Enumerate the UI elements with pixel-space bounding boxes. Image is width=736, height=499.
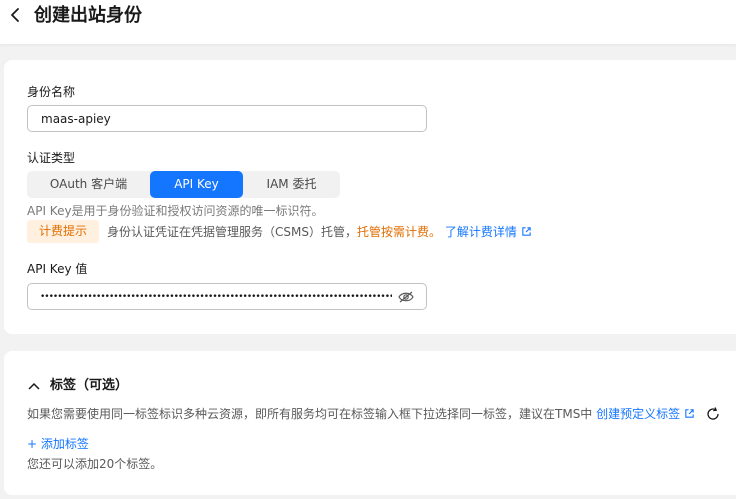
add-tag-button[interactable]: + 添加标签: [27, 436, 89, 452]
identity-name-label: 身份名称: [27, 85, 76, 99]
eye-hidden-icon[interactable]: [398, 290, 414, 304]
external-link-icon: [685, 409, 694, 418]
billing-details-link-label: 了解计费详情: [444, 225, 517, 239]
tags-description-text: 如果您需要使用同一标签标识多种云资源，即所有服务均可在标签输入框下拉选择同一标签…: [27, 407, 593, 421]
tags-title: 标签（可选）: [50, 378, 129, 393]
external-link-icon: [522, 227, 531, 236]
api-key-input[interactable]: ••••••••••••••••••••••••••••••••••••••••…: [27, 283, 427, 310]
auth-type-apikey-option[interactable]: API Key: [150, 171, 243, 198]
identity-name-input[interactable]: maas-apiey: [27, 105, 427, 132]
billing-text: 身份认证凭证在凭据管理服务（CSMS）托管，托管按需计费。 了解计费详情: [107, 224, 532, 240]
auth-type-label: 认证类型: [27, 151, 76, 165]
identity-name-value: maas-apiey: [41, 112, 111, 126]
auth-type-hint: API Key是用于身份验证和授权访问资源的唯一标识符。: [27, 204, 324, 218]
create-predefined-tag-label: 创建预定义标签: [596, 407, 681, 421]
billing-description: 身份认证凭证在凭据管理服务（CSMS）托管，: [107, 225, 357, 239]
tags-card: 标签（可选） 如果您需要使用同一标签标识多种云资源，即所有服务均可在标签输入框下…: [4, 351, 736, 495]
billing-highlight: 托管按需计费。: [356, 225, 441, 239]
refresh-icon[interactable]: [706, 407, 720, 421]
auth-type-selector: OAuth 客户端 API Key IAM 委托: [27, 171, 340, 198]
api-key-masked-value: ••••••••••••••••••••••••••••••••••••••••…: [40, 292, 392, 302]
chevron-up-icon: [28, 382, 40, 390]
basic-info-card: 身份名称 maas-apiey 认证类型 OAuth 客户端 API Key I…: [4, 60, 736, 334]
tags-remaining-note: 您还可以添加20个标签。: [27, 457, 163, 471]
create-predefined-tag-link[interactable]: 创建预定义标签: [596, 407, 695, 421]
tags-description: 如果您需要使用同一标签标识多种云资源，即所有服务均可在标签输入框下拉选择同一标签…: [27, 406, 695, 422]
billing-details-link[interactable]: 了解计费详情: [445, 225, 532, 239]
page-header: 创建出站身份: [0, 0, 736, 44]
billing-badge: 计费提示: [27, 220, 99, 243]
api-key-label: API Key 值: [27, 262, 88, 276]
auth-type-oauth-option[interactable]: OAuth 客户端: [27, 171, 150, 198]
page-title: 创建出站身份: [34, 5, 142, 26]
back-arrow-icon[interactable]: [8, 7, 24, 23]
auth-type-iam-option[interactable]: IAM 委托: [243, 171, 340, 198]
